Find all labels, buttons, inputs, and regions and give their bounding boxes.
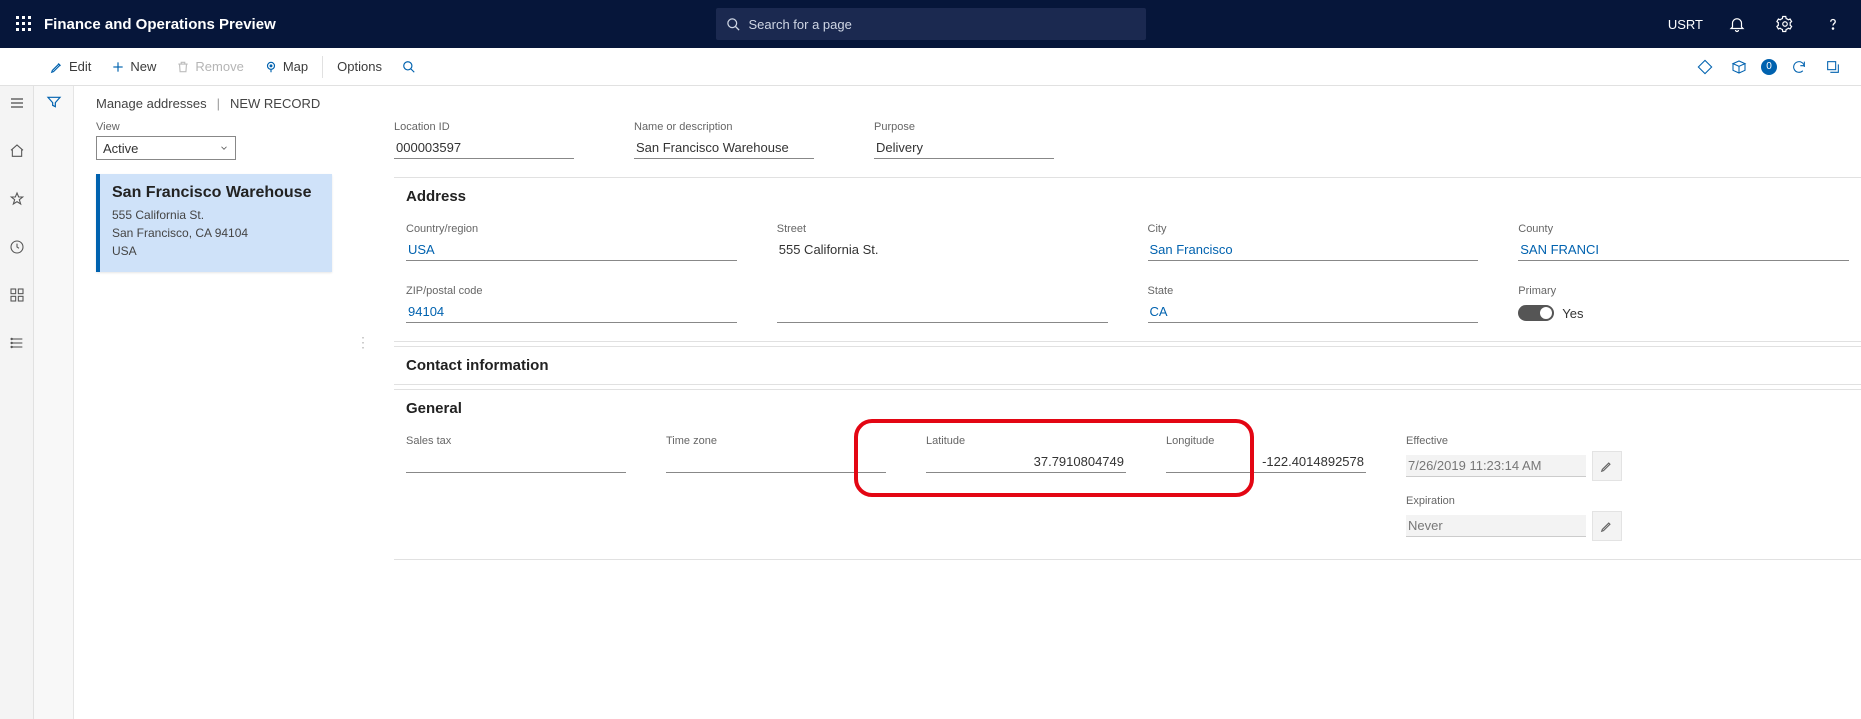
global-search[interactable]: Search for a page	[716, 8, 1146, 40]
section-address-header[interactable]: Address	[394, 178, 1861, 215]
edit-button[interactable]: Edit	[40, 48, 101, 86]
action-toolbar: Edit New Remove Map Options 0	[0, 48, 1861, 86]
workspaces-icon[interactable]	[0, 280, 34, 310]
section-contact: Contact information	[394, 346, 1861, 385]
breadcrumb-main[interactable]: Manage addresses	[96, 96, 207, 111]
primary-toggle[interactable]	[1518, 305, 1554, 321]
timezone-field[interactable]	[666, 451, 886, 473]
waffle-icon[interactable]	[8, 8, 40, 40]
card-line3: USA	[112, 242, 320, 260]
name-label: Name or description	[634, 121, 814, 133]
expiration-field	[1406, 515, 1586, 537]
chevron-down-icon	[219, 141, 229, 156]
filter-rail	[34, 86, 74, 719]
splitter-handle[interactable]: ⋮	[360, 121, 366, 564]
effective-edit-button[interactable]	[1592, 451, 1622, 481]
breadcrumb-separator: |	[217, 96, 220, 111]
search-placeholder: Search for a page	[749, 17, 852, 32]
county-label: County	[1518, 223, 1849, 235]
primary-value: Yes	[1562, 306, 1583, 321]
breadcrumb: Manage addresses | NEW RECORD	[96, 96, 1861, 111]
city-label: City	[1148, 223, 1479, 235]
options-button[interactable]: Options	[327, 48, 392, 86]
timezone-label: Time zone	[666, 435, 886, 447]
salestax-label: Sales tax	[406, 435, 626, 447]
section-general-header[interactable]: General	[394, 390, 1861, 427]
card-title: San Francisco Warehouse	[112, 184, 320, 202]
latitude-field[interactable]	[926, 451, 1126, 473]
options-label: Options	[337, 59, 382, 74]
left-nav-rail	[0, 86, 34, 719]
new-label: New	[130, 59, 156, 74]
edit-label: Edit	[69, 59, 91, 74]
state-label: State	[1148, 285, 1479, 297]
help-icon[interactable]	[1813, 0, 1853, 48]
section-general: General Sales tax Time zone	[394, 389, 1861, 560]
map-label: Map	[283, 59, 308, 74]
star-icon[interactable]	[0, 184, 34, 214]
zip-field[interactable]	[406, 301, 737, 323]
popout-icon[interactable]	[1821, 55, 1845, 79]
remove-label: Remove	[195, 59, 243, 74]
effective-label: Effective	[1406, 435, 1666, 447]
map-button[interactable]: Map	[254, 48, 318, 86]
search-icon	[726, 17, 741, 32]
filter-icon[interactable]	[46, 94, 62, 719]
primary-label: Primary	[1518, 285, 1849, 297]
street-label: Street	[777, 223, 1108, 235]
home-icon[interactable]	[0, 136, 34, 166]
location-id-label: Location ID	[394, 121, 574, 133]
box-icon[interactable]	[1727, 55, 1751, 79]
notifications-icon[interactable]	[1717, 0, 1757, 48]
salestax-field[interactable]	[406, 451, 626, 473]
new-button[interactable]: New	[101, 48, 166, 86]
state-field[interactable]	[1148, 301, 1479, 323]
attachment-count-badge[interactable]: 0	[1761, 59, 1777, 75]
country-label: Country/region	[406, 223, 737, 235]
toolbar-search-icon[interactable]	[392, 48, 426, 86]
purpose-label: Purpose	[874, 121, 1054, 133]
modules-icon[interactable]	[0, 328, 34, 358]
expiration-label: Expiration	[1406, 495, 1666, 507]
name-field[interactable]	[634, 137, 814, 159]
section-contact-header[interactable]: Contact information	[394, 347, 1861, 384]
longitude-field[interactable]	[1166, 451, 1366, 473]
city-field[interactable]	[1148, 239, 1479, 261]
longitude-label: Longitude	[1166, 435, 1366, 447]
page-content: Manage addresses | NEW RECORD View Activ…	[74, 86, 1861, 719]
section-address: Address Country/region Street	[394, 177, 1861, 342]
street-extra-field[interactable]	[777, 301, 1108, 323]
top-navbar: Finance and Operations Preview Search fo…	[0, 0, 1861, 48]
user-label[interactable]: USRT	[1668, 17, 1703, 32]
latitude-label: Latitude	[926, 435, 1126, 447]
street-field[interactable]	[777, 239, 1108, 260]
gear-icon[interactable]	[1765, 0, 1805, 48]
diamond-icon[interactable]	[1693, 55, 1717, 79]
expiration-edit-button[interactable]	[1592, 511, 1622, 541]
zip-label: ZIP/postal code	[406, 285, 737, 297]
card-line1: 555 California St.	[112, 206, 320, 224]
street-extra-label	[777, 285, 1108, 297]
country-field[interactable]	[406, 239, 737, 261]
location-id-field[interactable]	[394, 137, 574, 159]
breadcrumb-record: NEW RECORD	[230, 96, 320, 111]
app-title: Finance and Operations Preview	[44, 16, 276, 33]
refresh-icon[interactable]	[1787, 55, 1811, 79]
view-select[interactable]: Active	[96, 136, 236, 160]
recent-icon[interactable]	[0, 232, 34, 262]
hamburger-icon[interactable]	[0, 88, 34, 118]
county-field[interactable]	[1518, 239, 1849, 261]
address-card[interactable]: San Francisco Warehouse 555 California S…	[96, 174, 332, 272]
effective-field	[1406, 455, 1586, 477]
remove-button: Remove	[166, 48, 253, 86]
view-value: Active	[103, 141, 138, 156]
view-label: View	[96, 121, 332, 133]
card-line2: San Francisco, CA 94104	[112, 224, 320, 242]
purpose-field[interactable]	[874, 137, 1054, 159]
